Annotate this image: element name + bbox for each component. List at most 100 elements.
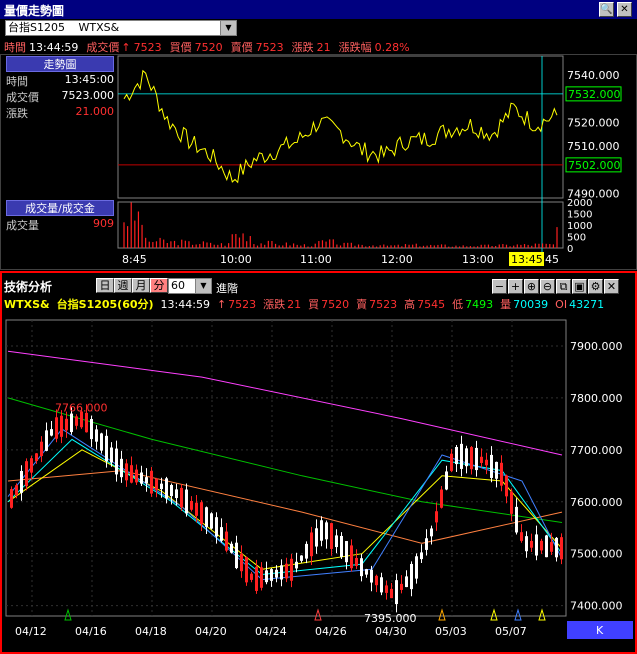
zoom-out-icon[interactable]: ⊖ [540, 279, 555, 294]
candle-body [415, 556, 418, 579]
candle-body [155, 478, 158, 491]
candle-body [285, 563, 288, 579]
candle-body [240, 553, 243, 572]
close-icon[interactable]: ✕ [617, 2, 632, 17]
candle-body [445, 471, 448, 490]
intraday-chart[interactable]: 7540.000 7532.000 7520.000 7510.000 7502.000… [0, 54, 637, 270]
symbol-select[interactable]: 台指S1205 WTXS& ▼ [5, 20, 237, 36]
candle-body [40, 441, 43, 457]
candle-body [55, 417, 58, 439]
tech-price-tick-label: 7500.000 [570, 548, 623, 561]
moving-average-line [7, 470, 563, 544]
candle-body [190, 500, 193, 510]
candle-body [50, 429, 53, 436]
info-item: 漲跌 21 [292, 41, 331, 54]
candle-body [100, 433, 103, 451]
candle-body [375, 575, 378, 586]
top-titlebar [0, 0, 637, 19]
tech-info-item: 漲跌 21 [263, 298, 301, 311]
candle-body [160, 483, 163, 490]
save-icon[interactable]: ▣ [572, 279, 587, 294]
time-tick-label: 45 [545, 253, 559, 266]
candle-body [125, 463, 128, 481]
chevron-down-icon[interactable]: ▼ [195, 279, 211, 293]
candle-body [110, 447, 113, 463]
price-box-label: 7502.000 [568, 159, 621, 172]
minus-icon[interactable]: − [492, 279, 507, 294]
signal-triangle-icon [438, 608, 446, 621]
candle-body [205, 507, 208, 527]
tech-info-item: 高 7545 [404, 298, 445, 311]
tech-info-label: ↑ [216, 298, 227, 311]
info-value: 7523 [255, 41, 284, 54]
candle-body [380, 577, 383, 593]
candle-body [230, 543, 233, 553]
signal-triangle-icon [538, 608, 546, 621]
date-tick-label: 04/12 [15, 625, 47, 638]
tech-info-item: 賣 7523 [356, 298, 397, 311]
price-tick-label: 7520.000 [567, 116, 620, 129]
info-label: 漲跌幅 [338, 41, 372, 54]
chevron-down-icon[interactable]: ▼ [220, 21, 236, 35]
candle-body [385, 585, 388, 593]
zoom-icon[interactable]: 🔍 [599, 2, 614, 17]
candle-body [115, 448, 118, 475]
price-tick-label: 7510.000 [567, 140, 620, 153]
candle-body [330, 523, 333, 549]
tech-info-label: 低 [452, 298, 464, 311]
candle-body [555, 537, 558, 558]
volume-tick-label: 500 [567, 233, 586, 244]
candle-body [520, 532, 523, 541]
candle-body [420, 552, 423, 560]
candle-body [75, 416, 78, 426]
tech-info-value: 7493 [465, 298, 494, 311]
advanced-button[interactable]: 進階 [216, 280, 238, 296]
candle-body [275, 569, 278, 578]
price-series-line [123, 69, 558, 184]
tech-price-tick-label: 7800.000 [570, 392, 623, 405]
signal-triangle-icon [490, 608, 498, 621]
settings-icon[interactable]: ⚙ [588, 279, 603, 294]
info-value: 21 [316, 41, 331, 54]
candle-body [210, 513, 213, 529]
candle-body [25, 461, 28, 487]
candle-body [560, 537, 563, 560]
candle-body [345, 541, 348, 563]
candle-body [195, 502, 198, 516]
plus-icon[interactable]: + [508, 279, 523, 294]
tech-info-label: 高 [404, 298, 416, 311]
info-value: 13:44:59 [29, 41, 79, 54]
restore-icon[interactable]: ⧉ [556, 279, 571, 294]
candle-body [165, 478, 168, 499]
tab-分[interactable]: 分 [150, 278, 168, 293]
tab-日[interactable]: 日 [96, 278, 114, 293]
tab-月[interactable]: 月 [132, 278, 150, 293]
tech-info-line: WTXS& 台指S1205(60分) 13:44:59 ↑ 7523 漲跌 21 買 7520 賣… [4, 296, 634, 311]
tech-info-label: WTXS& [4, 298, 50, 311]
zoom-in-icon[interactable]: ⊕ [524, 279, 539, 294]
candlestick-chart[interactable]: 04/12 04/16 04/18 04/20 04/24 04/26 04/30 05/03… [2, 316, 635, 652]
candle-body [390, 588, 393, 599]
candle-body [475, 447, 478, 471]
info-item: 賣價 7523 [231, 41, 284, 54]
interval-select[interactable]: 60 ▼ [168, 278, 212, 294]
info-label: 成交價 [86, 41, 120, 54]
candle-body [225, 531, 228, 551]
candle-body [185, 489, 188, 514]
tech-info-label: 賣 [356, 298, 368, 311]
candle-body [490, 454, 493, 478]
tech-info-label: OI [555, 298, 568, 311]
candle-body [105, 435, 108, 462]
candle-body [465, 448, 468, 467]
high-annotation: 7766.000 [55, 402, 108, 415]
close-icon[interactable]: ✕ [604, 279, 619, 294]
tab-週[interactable]: 週 [114, 278, 132, 293]
info-value: 7523 [133, 41, 162, 54]
candle-body [400, 583, 403, 590]
candle-body [515, 506, 518, 533]
info-label: 漲跌 [291, 41, 314, 54]
top-info-line: 時間 13:44:59 成交價 ↑ 7523 買價 7520 賣價 7523 漲跌 21 漲跌幅 0.2… [4, 39, 634, 54]
volume-tick-label: 1000 [567, 221, 592, 232]
candle-body [70, 413, 73, 433]
candle-body [370, 569, 373, 583]
